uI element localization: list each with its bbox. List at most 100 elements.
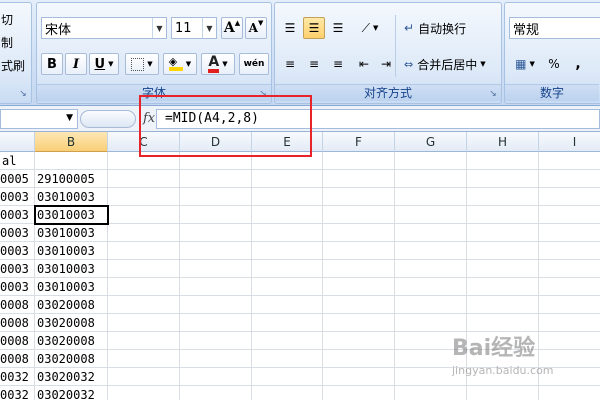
cell-a[interactable]: 0008 <box>0 332 35 350</box>
cell-a-header[interactable]: al <box>0 152 35 170</box>
increase-indent-button[interactable]: ⇥ <box>375 53 397 75</box>
grid-cell[interactable] <box>180 278 252 296</box>
comma-button[interactable]: , <box>567 53 589 75</box>
grid-cell[interactable] <box>252 386 323 400</box>
grid-cell[interactable] <box>180 386 252 400</box>
grid-cell[interactable] <box>323 368 395 386</box>
cell-b[interactable]: 03020008 <box>35 314 108 332</box>
grid-cell[interactable] <box>108 206 180 224</box>
grid-cell[interactable] <box>395 170 467 188</box>
column-header-i[interactable]: I <box>539 132 600 152</box>
grid-cell[interactable] <box>395 152 467 170</box>
grid-cell[interactable] <box>323 296 395 314</box>
name-box[interactable]: ▼ <box>0 109 78 129</box>
grid-cell[interactable] <box>180 260 252 278</box>
cell-a[interactable]: 0003 <box>0 224 35 242</box>
grid-cell[interactable] <box>395 206 467 224</box>
grid-cell[interactable] <box>467 224 539 242</box>
merge-center-button[interactable]: ⇔ 合并后居中 ▼ <box>401 53 499 75</box>
cell-b[interactable]: 03020032 <box>35 386 108 400</box>
currency-button[interactable]: ▦ ▼ <box>509 53 541 75</box>
grid-cell[interactable] <box>180 188 252 206</box>
percent-button[interactable]: % <box>543 53 565 75</box>
cell-b[interactable]: 03020008 <box>35 350 108 368</box>
grid-cell[interactable] <box>180 206 252 224</box>
fill-color-button[interactable]: ◈ ▼ <box>163 53 197 75</box>
grid-cell[interactable] <box>252 278 323 296</box>
grid-cell[interactable] <box>467 170 539 188</box>
grid-cell[interactable] <box>323 332 395 350</box>
grid-cell[interactable] <box>539 224 600 242</box>
grid-cell[interactable] <box>252 350 323 368</box>
cell-a[interactable]: 0032 <box>0 386 35 400</box>
grid-cell[interactable] <box>539 188 600 206</box>
number-format-select[interactable]: 常规 <box>509 17 600 39</box>
grid-cell[interactable] <box>467 242 539 260</box>
cell-b[interactable]: 03020032 <box>35 368 108 386</box>
column-header-b[interactable]: B <box>35 132 108 152</box>
grid-cell[interactable] <box>539 206 600 224</box>
grid-cell[interactable] <box>395 224 467 242</box>
active-cell[interactable]: 03010003 <box>34 205 109 225</box>
grid-cell[interactable] <box>252 260 323 278</box>
alignment-launcher-icon[interactable]: ↘ <box>488 89 498 99</box>
grid-cell[interactable] <box>108 332 180 350</box>
grid-cell[interactable] <box>252 188 323 206</box>
column-header-f[interactable]: F <box>323 132 395 152</box>
grid-cell[interactable] <box>323 242 395 260</box>
font-size-select[interactable]: 11 ▼ <box>171 17 217 39</box>
grid-cell[interactable] <box>323 224 395 242</box>
grid-cell[interactable] <box>252 170 323 188</box>
grid-cell[interactable] <box>180 224 252 242</box>
cell-b[interactable]: 03010003 <box>35 188 108 206</box>
grid-cell[interactable] <box>467 296 539 314</box>
align-left-button[interactable]: ≡ <box>279 53 301 75</box>
grid-cell[interactable] <box>252 314 323 332</box>
grid-cell[interactable] <box>323 188 395 206</box>
italic-button[interactable]: I <box>65 53 87 75</box>
font-color-button[interactable]: A ▼ <box>201 53 235 75</box>
cell-b[interactable]: 29100005 <box>35 170 108 188</box>
clipboard-launcher-icon[interactable]: ↘ <box>18 89 28 99</box>
grid-cell[interactable] <box>467 278 539 296</box>
chevron-down-icon[interactable]: ▼ <box>66 113 73 123</box>
grid-cell[interactable] <box>539 242 600 260</box>
cell-a[interactable]: 0003 <box>0 206 35 224</box>
copy-button[interactable]: 制 <box>1 34 13 51</box>
grid-cell[interactable] <box>180 332 252 350</box>
align-bottom-button[interactable]: ☰ <box>327 17 349 39</box>
grid-cell[interactable] <box>323 260 395 278</box>
grid-cell[interactable] <box>467 188 539 206</box>
grid-cell[interactable] <box>108 368 180 386</box>
grid-cell[interactable] <box>180 368 252 386</box>
grid-cell[interactable] <box>180 350 252 368</box>
grid-cell[interactable] <box>252 332 323 350</box>
grid-cell[interactable] <box>108 188 180 206</box>
align-right-button[interactable]: ≡ <box>327 53 349 75</box>
grid-cell[interactable] <box>252 224 323 242</box>
grid-cell[interactable] <box>108 386 180 400</box>
cell-a[interactable]: 0003 <box>0 242 35 260</box>
grid-cell[interactable] <box>108 350 180 368</box>
cell-a[interactable]: 0005 <box>0 170 35 188</box>
grid-cell[interactable] <box>467 260 539 278</box>
grid-cell[interactable] <box>323 386 395 400</box>
grid-cell[interactable] <box>252 242 323 260</box>
grid-cell[interactable] <box>395 188 467 206</box>
grid-cell[interactable] <box>180 314 252 332</box>
grid-cell[interactable] <box>108 170 180 188</box>
grid-cell[interactable] <box>395 260 467 278</box>
cell-b[interactable]: 03010003 <box>35 242 108 260</box>
cell-a[interactable]: 0003 <box>0 278 35 296</box>
grid-cell[interactable] <box>539 260 600 278</box>
grid-cell[interactable] <box>395 278 467 296</box>
grid-cell[interactable] <box>180 242 252 260</box>
grid-cell[interactable] <box>108 224 180 242</box>
grid-cell[interactable] <box>252 368 323 386</box>
grid-cell[interactable] <box>108 242 180 260</box>
decrease-indent-button[interactable]: ⇤ <box>353 53 375 75</box>
cell-b[interactable]: 03020008 <box>35 296 108 314</box>
cell-b[interactable]: 03010003 <box>35 224 108 242</box>
grid-cell[interactable] <box>539 170 600 188</box>
grid-cell[interactable] <box>180 170 252 188</box>
